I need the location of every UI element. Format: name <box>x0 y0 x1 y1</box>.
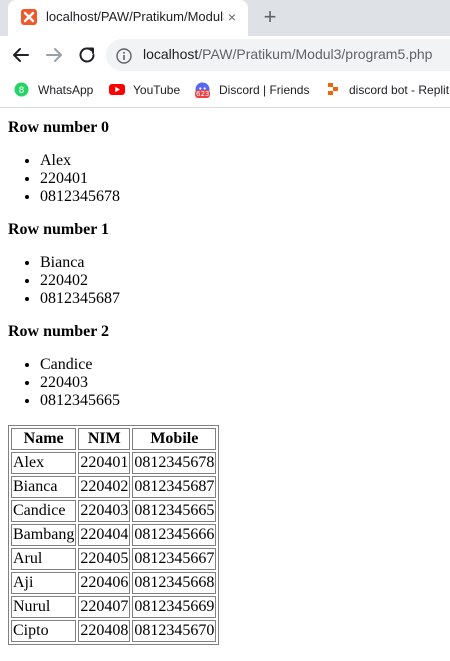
notification-badge: 623 <box>195 90 211 99</box>
browser-toolbar: localhost/PAW/Pratikum/Modul3/program5.p… <box>0 36 450 74</box>
tab-strip: localhost/PAW/Pratikum/Modul3 × + <box>0 0 450 36</box>
list-item: 0812345678 <box>40 188 450 206</box>
row-heading: Row number 0 <box>8 119 110 136</box>
svg-text:8: 8 <box>19 86 25 96</box>
cell-mobile: 0812345678 <box>132 452 217 474</box>
table-row: Alex 220401 0812345678 <box>11 452 217 474</box>
cell-name: Arul <box>11 548 77 570</box>
table-row: Bambang 220404 0812345666 <box>11 524 217 546</box>
cell-mobile: 0812345668 <box>132 572 217 594</box>
row-heading: Row number 1 <box>8 221 110 238</box>
table-row: Cipto 220408 0812345670 <box>11 620 217 642</box>
table-row: Aji 220406 0812345668 <box>11 572 217 594</box>
row-heading: Row number 2 <box>8 323 110 340</box>
table-row: Nurul 220407 0812345669 <box>11 596 217 618</box>
table-row: Arul 220405 0812345667 <box>11 548 217 570</box>
cell-mobile: 0812345670 <box>132 620 217 642</box>
student-table: Name NIM Mobile Alex 220401 0812345678 Bia… <box>8 425 220 645</box>
cell-nim: 220406 <box>78 572 131 594</box>
table-row: Candice 220403 0812345665 <box>11 500 217 522</box>
bookmark-label: YouTube <box>133 82 181 97</box>
cell-name: Nurul <box>11 596 77 618</box>
cell-nim: 220405 <box>78 548 131 570</box>
bookmark-whatsapp[interactable]: 8 WhatsApp <box>14 82 93 100</box>
cell-nim: 220408 <box>78 620 131 642</box>
back-arrow-icon[interactable] <box>9 43 33 67</box>
reload-icon[interactable] <box>75 43 99 67</box>
cell-mobile: 0812345667 <box>132 548 217 570</box>
youtube-icon <box>109 82 125 97</box>
list-item: 0812345687 <box>40 290 450 308</box>
xampp-favicon-icon <box>21 9 37 25</box>
column-header-name: Name <box>11 428 77 450</box>
row-block: Row number 0 Alex 220401 0812345678 <box>0 119 450 206</box>
bookmark-label: WhatsApp <box>38 82 94 97</box>
list-item: 220403 <box>40 374 450 392</box>
bookmark-discord[interactable]: 623 Discord | Friends <box>195 82 309 100</box>
row-block: Row number 1 Bianca 220402 0812345687 <box>0 221 450 308</box>
list-item: Bianca <box>40 254 450 272</box>
cell-mobile: 0812345665 <box>132 500 217 522</box>
replit-icon <box>325 82 340 97</box>
bookmark-label: discord bot - Replit <box>349 82 450 97</box>
cell-mobile: 0812345669 <box>132 596 217 618</box>
cell-mobile: 0812345666 <box>132 524 217 546</box>
table-row: Bianca 220402 0812345687 <box>11 476 217 498</box>
new-tab-button[interactable]: + <box>258 6 282 30</box>
row-block: Row number 2 Candice 220403 0812345665 <box>0 323 450 410</box>
row-list: Bianca 220402 0812345687 <box>0 254 450 308</box>
tab-title: localhost/PAW/Pratikum/Modul3 <box>46 9 224 24</box>
cell-name: Candice <box>11 500 77 522</box>
column-header-mobile: Mobile <box>132 428 217 450</box>
tab-close-icon[interactable]: × <box>224 9 240 25</box>
cell-name: Aji <box>11 572 77 594</box>
column-header-nim: NIM <box>78 428 131 450</box>
page-content: Row number 0 Alex 220401 0812345678 Row … <box>0 108 450 661</box>
cell-name: Alex <box>11 452 77 474</box>
row-list: Candice 220403 0812345665 <box>0 356 450 410</box>
site-info-icon[interactable] <box>116 48 132 64</box>
cell-nim: 220403 <box>78 500 131 522</box>
cell-nim: 220401 <box>78 452 131 474</box>
cell-nim: 220407 <box>78 596 131 618</box>
table-header-row: Name NIM Mobile <box>11 428 217 450</box>
address-host: localhost <box>143 46 199 62</box>
address-url: localhost/PAW/Pratikum/Modul3/program5.p… <box>143 46 432 62</box>
discord-icon: 623 <box>195 82 211 99</box>
whatsapp-icon: 8 <box>14 82 29 97</box>
address-bar[interactable]: localhost/PAW/Pratikum/Modul3/program5.p… <box>106 39 450 71</box>
list-item: Alex <box>40 152 450 170</box>
list-item: 220401 <box>40 170 450 188</box>
cell-nim: 220404 <box>78 524 131 546</box>
row-list: Alex 220401 0812345678 <box>0 152 450 206</box>
browser-tab[interactable]: localhost/PAW/Pratikum/Modul3 × <box>8 0 248 36</box>
list-item: 0812345665 <box>40 392 450 410</box>
list-item: Candice <box>40 356 450 374</box>
bookmark-label: Discord | Friends <box>219 82 310 97</box>
address-path: /PAW/Pratikum/Modul3/program5.php <box>198 46 433 62</box>
cell-nim: 220402 <box>78 476 131 498</box>
bookmark-youtube[interactable]: YouTube <box>109 82 180 100</box>
cell-name: Cipto <box>11 620 77 642</box>
cell-name: Bambang <box>11 524 77 546</box>
list-item: 220402 <box>40 272 450 290</box>
cell-name: Bianca <box>11 476 77 498</box>
forward-arrow-icon[interactable] <box>42 43 66 67</box>
cell-mobile: 0812345687 <box>132 476 217 498</box>
bookmarks-bar: 8 WhatsApp YouTube 623 Discord | Friends… <box>0 74 450 108</box>
bookmark-replit[interactable]: discord bot - Replit <box>325 82 449 100</box>
